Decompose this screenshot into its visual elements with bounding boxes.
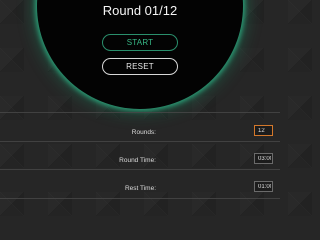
rest-time-input[interactable] [254,181,273,192]
round-counter: Round 01/12 [102,3,178,18]
row-divider [0,112,280,113]
rest-time-label: Rest Time: [124,185,156,192]
rounds-label: Rounds: [131,129,156,136]
row-divider [0,141,280,142]
setting-row-round-time: Round Time: [0,152,280,170]
row-divider [0,198,280,199]
rounds-input[interactable] [254,125,273,136]
row-divider [0,169,280,170]
round-time-input[interactable] [254,153,273,164]
setting-row-rounds: Rounds: [0,124,280,142]
start-button[interactable]: START [102,34,178,51]
setting-row-rest-time: Rest Time: [0,180,280,198]
round-time-label: Round Time: [119,157,156,164]
reset-button[interactable]: RESET [102,58,178,75]
